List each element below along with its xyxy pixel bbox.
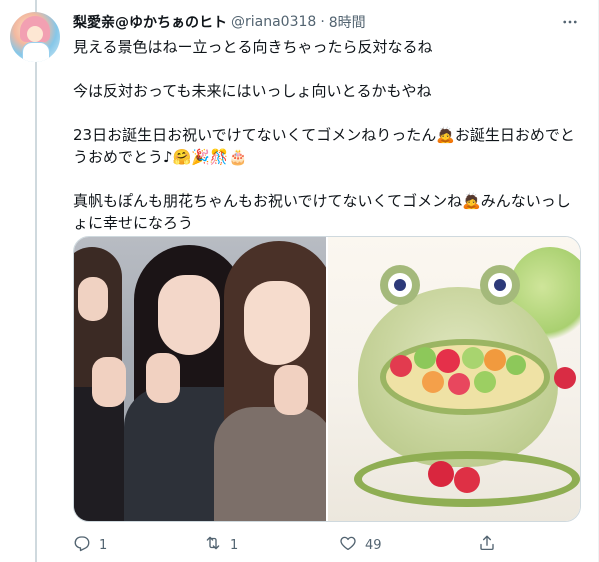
person-body bbox=[214, 407, 326, 521]
tweet-paragraph: 今は反対おっても未来にはいっしょ向いとるかもやね bbox=[73, 82, 432, 100]
fruit-strawberry bbox=[428, 461, 454, 487]
person-face bbox=[78, 277, 108, 321]
author-name[interactable]: 梨愛亲@ゆかちぁのヒト bbox=[73, 12, 227, 32]
tweet-time[interactable]: 8時間 bbox=[329, 12, 366, 32]
fruit-grape bbox=[474, 371, 496, 393]
retweet-icon bbox=[204, 534, 222, 556]
fruit-strawberry bbox=[390, 355, 412, 377]
avatar[interactable] bbox=[10, 12, 60, 62]
reply-icon bbox=[73, 534, 91, 556]
peace-hand bbox=[274, 365, 308, 415]
fruit-orange bbox=[484, 349, 506, 371]
fruit-grape bbox=[414, 347, 436, 369]
photo-melon-frog[interactable] bbox=[328, 237, 580, 521]
tweet-paragraph: 23日お誕生日お祝いでけてないくてゴメンねりったん🙇お誕生日おめでとうおめでとう… bbox=[73, 126, 575, 166]
tweet-paragraph: 真帆もぽんも朋花ちゃんもお祝いでけてないくてゴメンね🙇みんないっしょに幸せになろ… bbox=[73, 192, 571, 232]
retweet-button[interactable]: 1 bbox=[204, 534, 238, 556]
avatar-face bbox=[27, 26, 43, 42]
frog-eye bbox=[480, 265, 520, 305]
frog-eye bbox=[380, 265, 420, 305]
like-count: 49 bbox=[365, 537, 382, 553]
like-button[interactable]: 49 bbox=[339, 534, 382, 556]
thread-line bbox=[35, 0, 37, 562]
fruit-orange bbox=[422, 371, 444, 393]
tweet-media bbox=[73, 236, 581, 522]
share-button[interactable] bbox=[478, 534, 496, 556]
retweet-count: 1 bbox=[230, 537, 239, 553]
person-face bbox=[158, 275, 220, 355]
peace-hand bbox=[92, 357, 126, 407]
author-handle[interactable]: @riana0318 bbox=[231, 14, 316, 30]
separator-dot: · bbox=[320, 14, 325, 30]
reply-count: 1 bbox=[99, 537, 108, 553]
more-icon[interactable] bbox=[560, 12, 580, 32]
heart-icon bbox=[339, 534, 357, 556]
tweet-paragraph: 見える景色はねー立っとる向きちゃったら反対なるね bbox=[73, 38, 433, 56]
person-body bbox=[74, 387, 124, 521]
avatar-body bbox=[22, 42, 50, 62]
photo-group-selfie[interactable] bbox=[74, 237, 326, 521]
fruit-grape bbox=[506, 355, 526, 375]
tweet-header: 梨愛亲@ゆかちぁのヒト @riana0318 · 8時間 bbox=[73, 12, 366, 32]
reply-button[interactable]: 1 bbox=[73, 534, 107, 556]
tweet-actions: 1 1 49 bbox=[73, 534, 583, 556]
fruit-strawberry bbox=[436, 349, 460, 373]
fruit-strawberry bbox=[454, 467, 480, 493]
fruit-strawberry bbox=[448, 373, 470, 395]
fruit-grape bbox=[462, 347, 484, 369]
person-face bbox=[244, 281, 310, 365]
share-icon bbox=[478, 534, 496, 556]
fruit-strawberry bbox=[554, 367, 576, 389]
tweet-text: 見える景色はねー立っとる向きちゃったら反対なるね 今は反対おっても未来にはいっし… bbox=[73, 36, 583, 234]
peace-hand bbox=[146, 353, 180, 403]
